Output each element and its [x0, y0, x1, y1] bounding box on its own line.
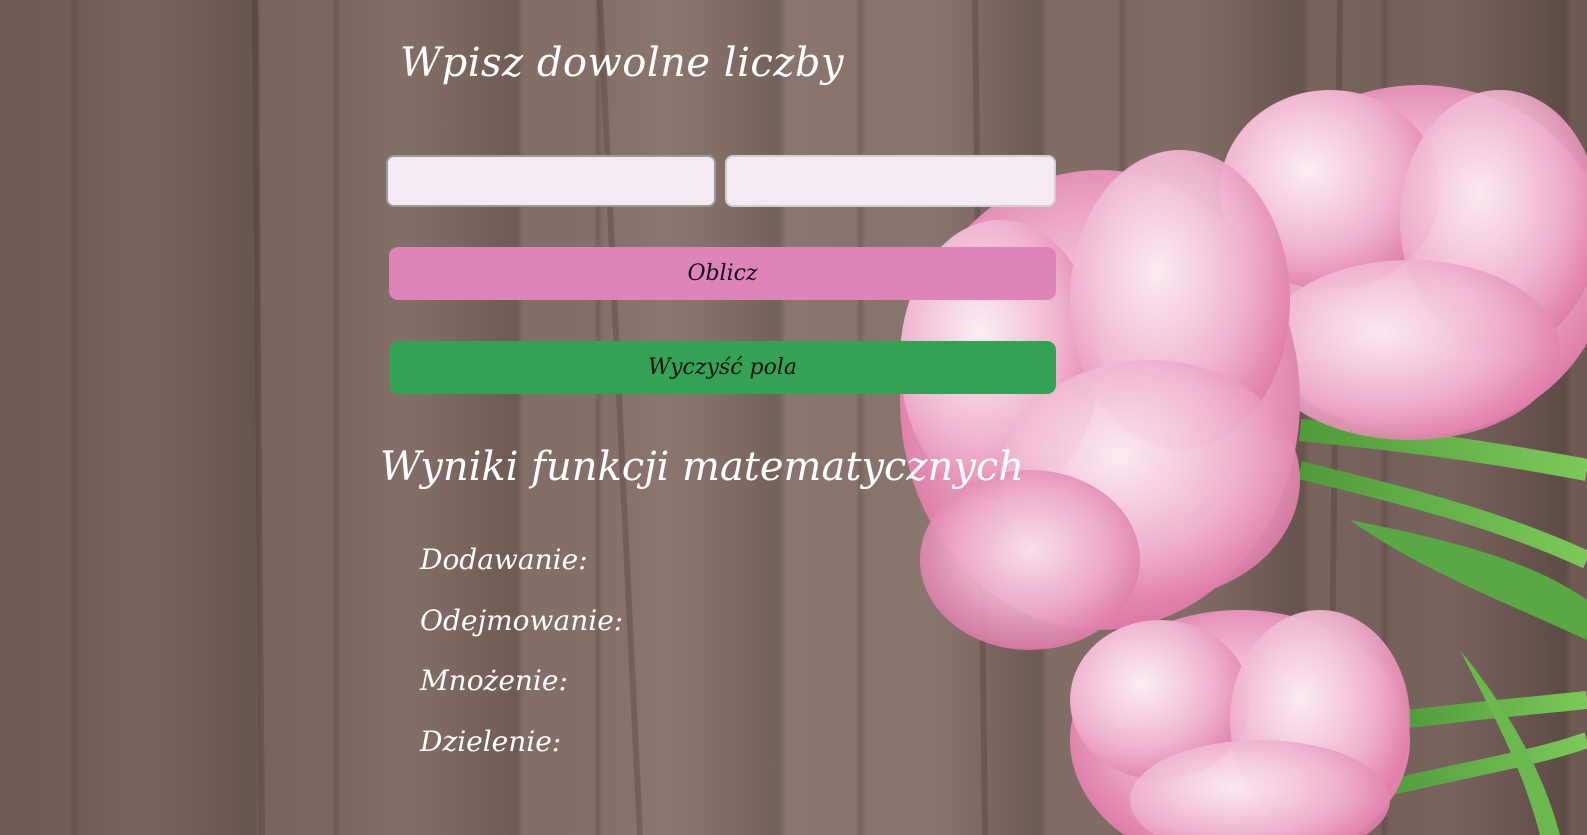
result-division: Dzielenie:: [420, 725, 569, 758]
result-subtraction: Odejmowanie:: [420, 604, 631, 637]
addition-label: Dodawanie:: [420, 543, 588, 576]
calculate-button[interactable]: Oblicz: [389, 247, 1056, 300]
results-heading: Wyniki funkcji matematycznych: [380, 444, 1024, 490]
result-multiplication: Mnożenie:: [420, 664, 576, 697]
first-number-input[interactable]: [386, 155, 716, 207]
result-addition: Dodawanie:: [420, 543, 596, 576]
calculator-page: Wpisz dowolne liczby Oblicz Wyczyść pola…: [0, 0, 1587, 835]
division-label: Dzielenie:: [420, 725, 562, 758]
second-number-input[interactable]: [725, 155, 1056, 207]
clear-fields-button[interactable]: Wyczyść pola: [389, 341, 1056, 394]
multiplication-label: Mnożenie:: [420, 664, 568, 697]
page-heading: Wpisz dowolne liczby: [400, 40, 845, 86]
subtraction-label: Odejmowanie:: [420, 604, 624, 637]
